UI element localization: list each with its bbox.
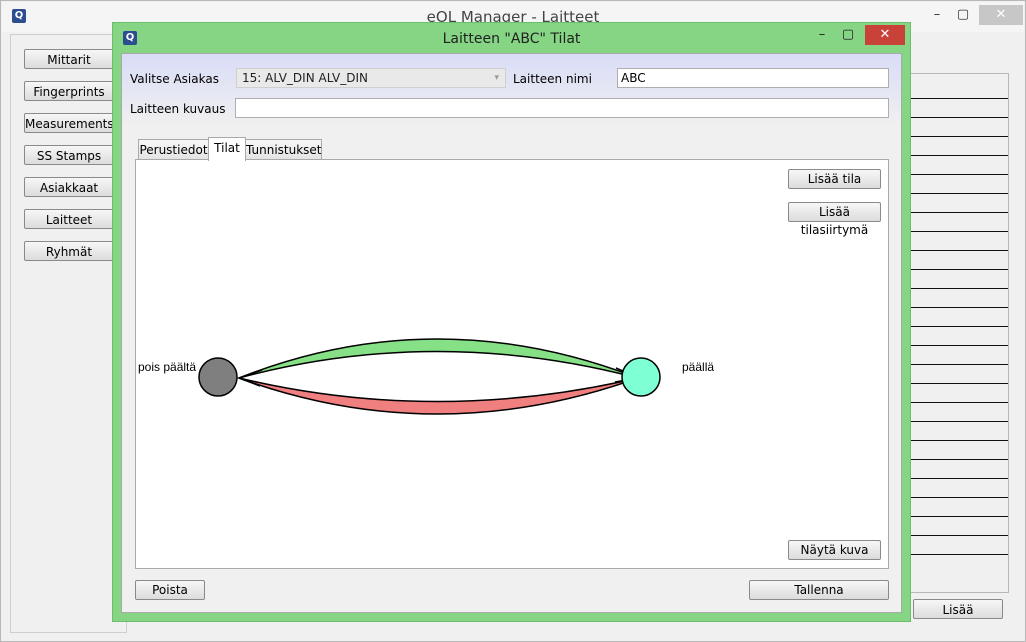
grid-row-divider xyxy=(910,269,1008,270)
grid-row-divider xyxy=(910,326,1008,327)
grid-row-divider xyxy=(910,288,1008,289)
state-node-off[interactable] xyxy=(198,357,238,397)
state-node-on[interactable] xyxy=(621,357,661,397)
save-button[interactable]: Tallenna xyxy=(749,580,889,600)
grid-row-divider xyxy=(910,307,1008,308)
device-name-field[interactable]: ABC xyxy=(617,68,889,88)
maximize-button[interactable]: ▢ xyxy=(946,5,980,25)
grid-row-divider xyxy=(910,421,1008,422)
description-label: Laitteen kuvaus xyxy=(130,102,226,116)
transition-off-to-on[interactable] xyxy=(238,338,639,379)
dialog-title: Laitteen "ABC" Tilat xyxy=(442,31,581,47)
grid-row-divider xyxy=(910,383,1008,384)
customer-select-value: 15: ALV_DIN ALV_DIN xyxy=(242,71,369,85)
grid-row-divider xyxy=(910,459,1008,460)
grid-row-divider xyxy=(910,250,1008,251)
grid-row-divider xyxy=(910,364,1008,365)
add-transition-button[interactable]: Lisää tilasiirtymä xyxy=(788,202,881,237)
dialog-close-button[interactable]: ✕ xyxy=(865,25,905,45)
grid-row-divider xyxy=(910,117,1008,118)
tab-tunnistukset[interactable]: Tunnistukset xyxy=(245,139,322,161)
grid-row-divider xyxy=(910,155,1008,156)
tab-perustiedot[interactable]: Perustiedot xyxy=(138,139,209,161)
add-button[interactable]: Lisää xyxy=(913,599,1003,619)
grid-row-divider xyxy=(910,554,1008,555)
grid-row-divider xyxy=(910,174,1008,175)
dialog-minimize-button[interactable]: – xyxy=(809,25,835,45)
sidebar-item-ss-stamps[interactable]: SS Stamps xyxy=(24,145,114,165)
close-button[interactable]: ✕ xyxy=(979,5,1023,25)
sidebar-item-fingerprints[interactable]: Fingerprints xyxy=(24,81,114,101)
grid-row-divider xyxy=(910,516,1008,517)
sidebar-item-mittarit[interactable]: Mittarit xyxy=(24,49,114,69)
state-label-off: pois päältä xyxy=(138,360,196,374)
sidebar-item-measurements[interactable]: Measurements xyxy=(24,113,114,133)
grid-row-divider xyxy=(910,136,1008,137)
customer-label: Valitse Asiakas xyxy=(130,72,219,86)
grid-row-divider xyxy=(910,535,1008,536)
grid-row-divider xyxy=(910,345,1008,346)
description-field[interactable] xyxy=(235,98,889,118)
grid-row-divider xyxy=(910,497,1008,498)
transition-on-to-off[interactable] xyxy=(238,377,639,415)
sidebar-item-asiakkaat[interactable]: Asiakkaat xyxy=(24,177,114,197)
dialog-maximize-button[interactable]: ▢ xyxy=(835,25,861,45)
sidebar-item-ryhmat[interactable]: Ryhmät xyxy=(24,241,114,261)
chevron-down-icon: ▾ xyxy=(494,73,499,83)
state-label-on: päällä xyxy=(682,360,714,374)
tab-tilat[interactable]: Tilat xyxy=(208,137,246,161)
grid-row-divider xyxy=(910,478,1008,479)
grid-row-divider xyxy=(910,440,1008,441)
grid-row-divider xyxy=(910,231,1008,232)
device-name-label: Laitteen nimi xyxy=(513,72,592,86)
grid-row-divider xyxy=(910,212,1008,213)
grid-row-divider xyxy=(910,402,1008,403)
show-image-button[interactable]: Näytä kuva xyxy=(788,540,881,560)
device-list-grid[interactable] xyxy=(909,73,1009,593)
customer-select[interactable]: 15: ALV_DIN ALV_DIN ▾ xyxy=(236,68,506,88)
grid-row-divider xyxy=(910,193,1008,194)
sidebar-item-laitteet[interactable]: Laitteet xyxy=(24,209,114,229)
grid-row-divider xyxy=(910,98,1008,99)
state-diagram[interactable]: pois päältä päällä xyxy=(136,160,888,568)
add-state-button[interactable]: Lisää tila xyxy=(788,169,881,189)
delete-button[interactable]: Poista xyxy=(135,580,205,600)
